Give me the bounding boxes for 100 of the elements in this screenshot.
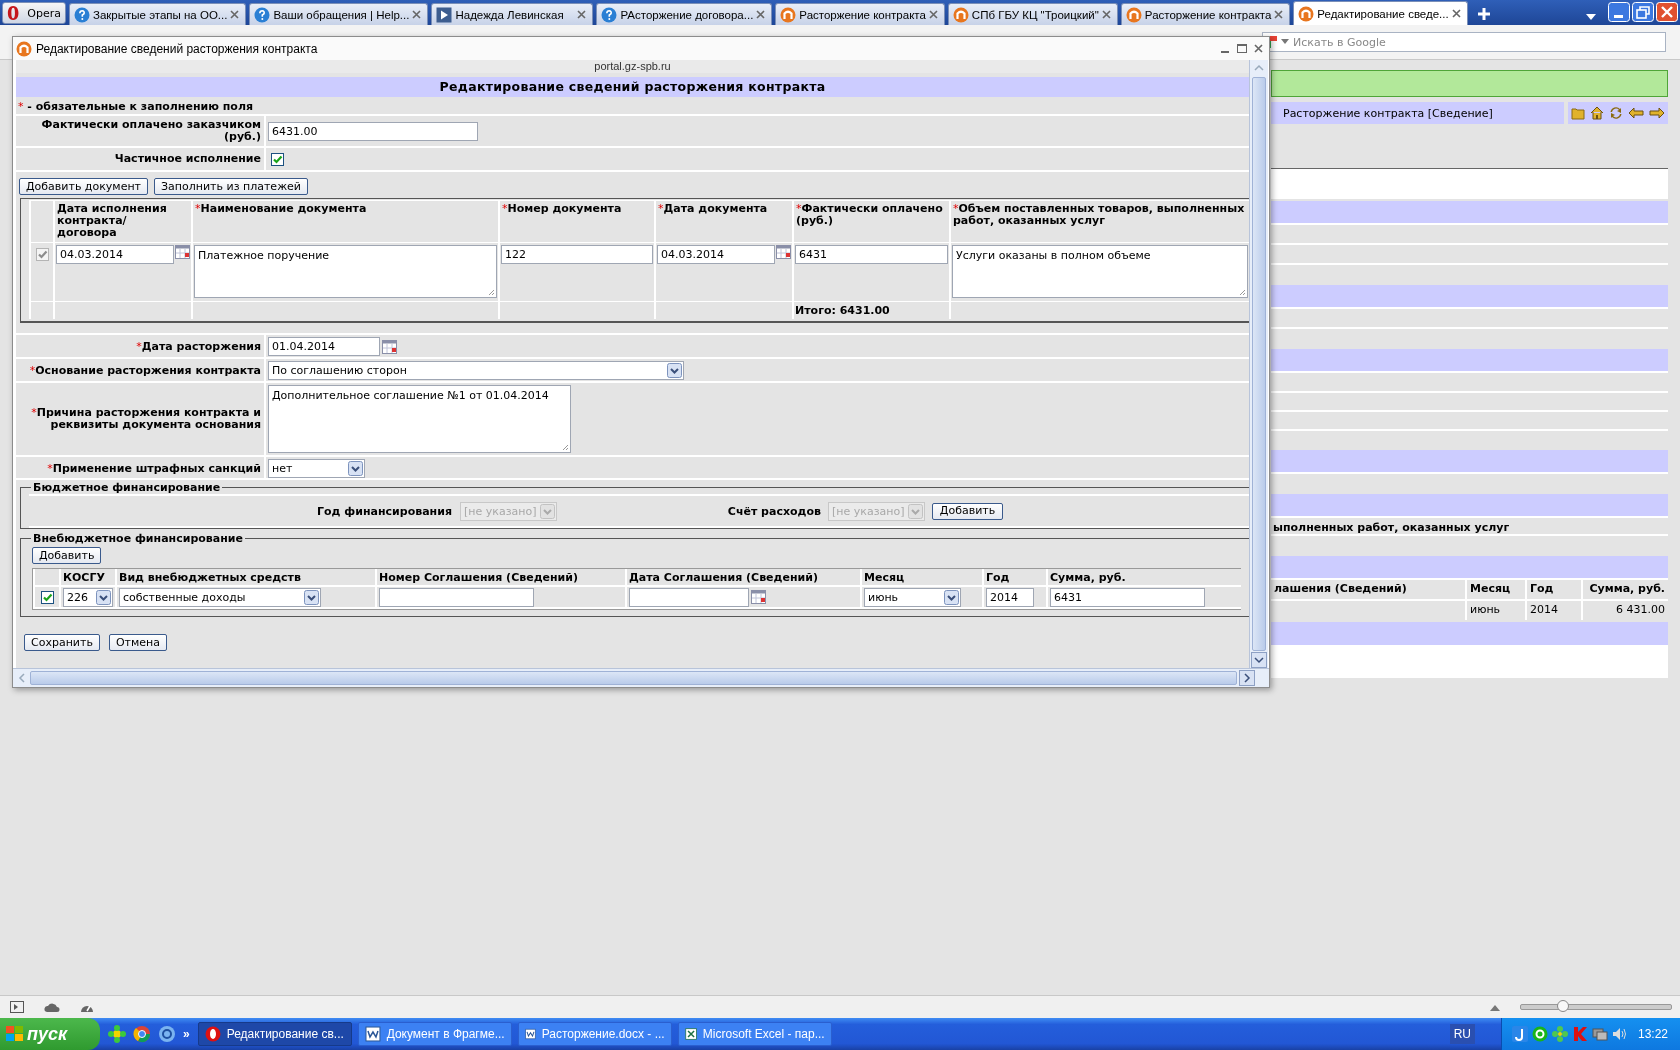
scroll-right-icon[interactable] — [1239, 670, 1255, 686]
browser-tab[interactable]: Расторжение контракта — [1120, 3, 1291, 25]
arch-logo-icon — [1125, 6, 1142, 23]
caret-icon[interactable] — [1585, 13, 1597, 21]
search-field[interactable]: Искать в Google — [1262, 32, 1666, 52]
column-header: Сумма, руб. — [1050, 570, 1126, 584]
checkbox[interactable] — [271, 152, 284, 166]
opera-logo-icon — [204, 1026, 221, 1042]
field-label: *Применение штрафных санкций — [46, 462, 262, 475]
tab-close-icon[interactable] — [756, 10, 766, 19]
tab-close-icon[interactable] — [1101, 10, 1111, 19]
column-header: *Наименование документа — [191, 200, 498, 242]
calendar-icon[interactable] — [175, 245, 190, 259]
arrow-right-icon[interactable] — [1649, 107, 1666, 119]
restore-icon[interactable] — [1632, 2, 1654, 22]
close-icon[interactable] — [1254, 44, 1263, 53]
scrollbar-thumb[interactable] — [30, 671, 1237, 685]
tab-close-icon[interactable] — [577, 10, 587, 19]
caret-icon[interactable] — [1490, 1003, 1500, 1011]
table-cell: 2014 — [1525, 601, 1581, 620]
tab-close-icon[interactable] — [412, 10, 422, 19]
browser-tab[interactable]: Ваши обращения | Help... — [249, 3, 429, 25]
form-button[interactable]: Отмена — [108, 634, 167, 651]
browser-tab[interactable]: Надежда Левинская — [431, 3, 594, 25]
column-header: Месяц — [864, 570, 905, 584]
input-field[interactable]: 2014 — [986, 587, 1034, 607]
action-button[interactable]: Заполнить из платежей — [154, 178, 308, 195]
ring-icon[interactable] — [1531, 1026, 1548, 1042]
flower-icon[interactable] — [1551, 1026, 1568, 1042]
opera-menu-button[interactable]: Opera — [2, 2, 66, 24]
browser-tab[interactable]: Расторжение контракта — [775, 3, 945, 25]
caret-icon[interactable] — [1281, 39, 1289, 45]
volume-icon[interactable] — [1611, 1026, 1628, 1042]
checkbox[interactable] — [40, 590, 54, 604]
tab-close-icon[interactable] — [1274, 10, 1284, 19]
select-field[interactable]: По соглашению сторон — [268, 361, 684, 380]
more-button[interactable]: » — [183, 1027, 190, 1041]
spreadsheet-icon — [684, 1026, 697, 1042]
document-icon — [524, 1026, 536, 1042]
form-heading: Редактирование сведений расторжения контракта — [16, 77, 1249, 97]
total-label: Итого: 6431.00 — [795, 304, 890, 317]
column-header: лашения (Сведений) — [1273, 581, 1408, 597]
tab-close-icon[interactable] — [928, 10, 938, 19]
window-title: Редактирование сведений расторжения контракта — [36, 41, 319, 56]
field-label: Счёт расходов — [726, 504, 821, 518]
minimize-icon[interactable] — [1608, 2, 1630, 22]
taskbar-button[interactable]: Документ в Фрагме... — [357, 1022, 512, 1046]
calendar-icon[interactable] — [751, 590, 766, 604]
field-label: Фактически оплачено заказчиком (руб.) — [40, 119, 262, 143]
cloud-icon[interactable] — [44, 1002, 60, 1012]
taskbar-button[interactable]: Редактирование св... — [197, 1022, 352, 1046]
arch-logo-icon — [780, 6, 797, 23]
document-icon — [364, 1026, 381, 1042]
select-field[interactable]: июнь — [864, 587, 961, 607]
browser-tab[interactable]: РАсторжение договора... — [596, 3, 773, 25]
flower-icon[interactable] — [108, 1025, 126, 1043]
select-field[interactable]: 226 — [63, 587, 113, 607]
calendar-icon[interactable] — [382, 339, 397, 354]
plus-icon[interactable] — [1476, 7, 1491, 21]
add-button[interactable]: Добавить — [932, 502, 1003, 520]
form-button[interactable]: Сохранить — [24, 634, 100, 651]
home-icon[interactable] — [1589, 106, 1604, 120]
taskbar-button[interactable]: Расторжение.docx - ... — [517, 1022, 672, 1046]
taskbar-button[interactable]: Microsoft Excel - пар... — [677, 1022, 832, 1046]
folder-icon[interactable] — [1570, 106, 1585, 120]
field-label: *Причина расторжения контракта и реквизиты документа основания — [30, 407, 262, 431]
text-area[interactable]: Дополнительное соглашение №1 от 01.04.2014 — [268, 385, 571, 453]
language-indicator[interactable]: RU — [1449, 1024, 1475, 1044]
browser-tab[interactable]: СПб ГБУ КЦ "Троицкий" — [947, 3, 1118, 25]
maximize-icon[interactable] — [1237, 44, 1247, 53]
input-field[interactable]: 6431 — [1050, 587, 1205, 607]
arch-logo-icon — [16, 40, 32, 57]
arch-logo-icon — [952, 6, 969, 23]
field-label: *Основание расторжения контракта — [28, 364, 262, 377]
panel-icon[interactable] — [10, 1001, 24, 1013]
scroll-down-icon[interactable] — [1251, 652, 1267, 668]
date-field[interactable]: 01.04.2014 — [268, 337, 380, 356]
field-label: Год финансирования — [316, 504, 452, 518]
play-icon — [436, 6, 453, 23]
network-icon[interactable] — [1591, 1026, 1608, 1042]
select-field[interactable]: нет — [268, 459, 365, 478]
calendar-icon[interactable] — [776, 245, 791, 259]
zoom-slider-thumb[interactable] — [1557, 1000, 1569, 1012]
scrollbar-thumb[interactable] — [1252, 77, 1266, 651]
tab-close-icon[interactable] — [1451, 9, 1461, 18]
browser-tab[interactable]: Редактирование сведе... — [1293, 1, 1468, 25]
section-label: ыполненных работ, оказанных услуг — [1271, 516, 1668, 534]
input-field[interactable] — [379, 587, 534, 607]
tab-close-icon[interactable] — [230, 10, 240, 19]
column-header: *Фактически оплачено (руб.) — [792, 200, 949, 242]
add-button[interactable]: Добавить — [32, 547, 102, 564]
browser-tab[interactable]: Закрытые этапы на ОО... — [69, 3, 247, 25]
refresh-icon[interactable] — [1608, 106, 1623, 120]
action-button[interactable]: Добавить документ — [19, 178, 149, 195]
select-field[interactable]: собственные доходы — [119, 587, 321, 607]
windows-logo-icon — [6, 1026, 24, 1042]
arrow-left-icon[interactable] — [1628, 107, 1645, 119]
input-field[interactable]: 6431.00 — [268, 121, 478, 141]
chrome-icon[interactable] — [133, 1025, 151, 1043]
date-field[interactable] — [629, 587, 749, 607]
